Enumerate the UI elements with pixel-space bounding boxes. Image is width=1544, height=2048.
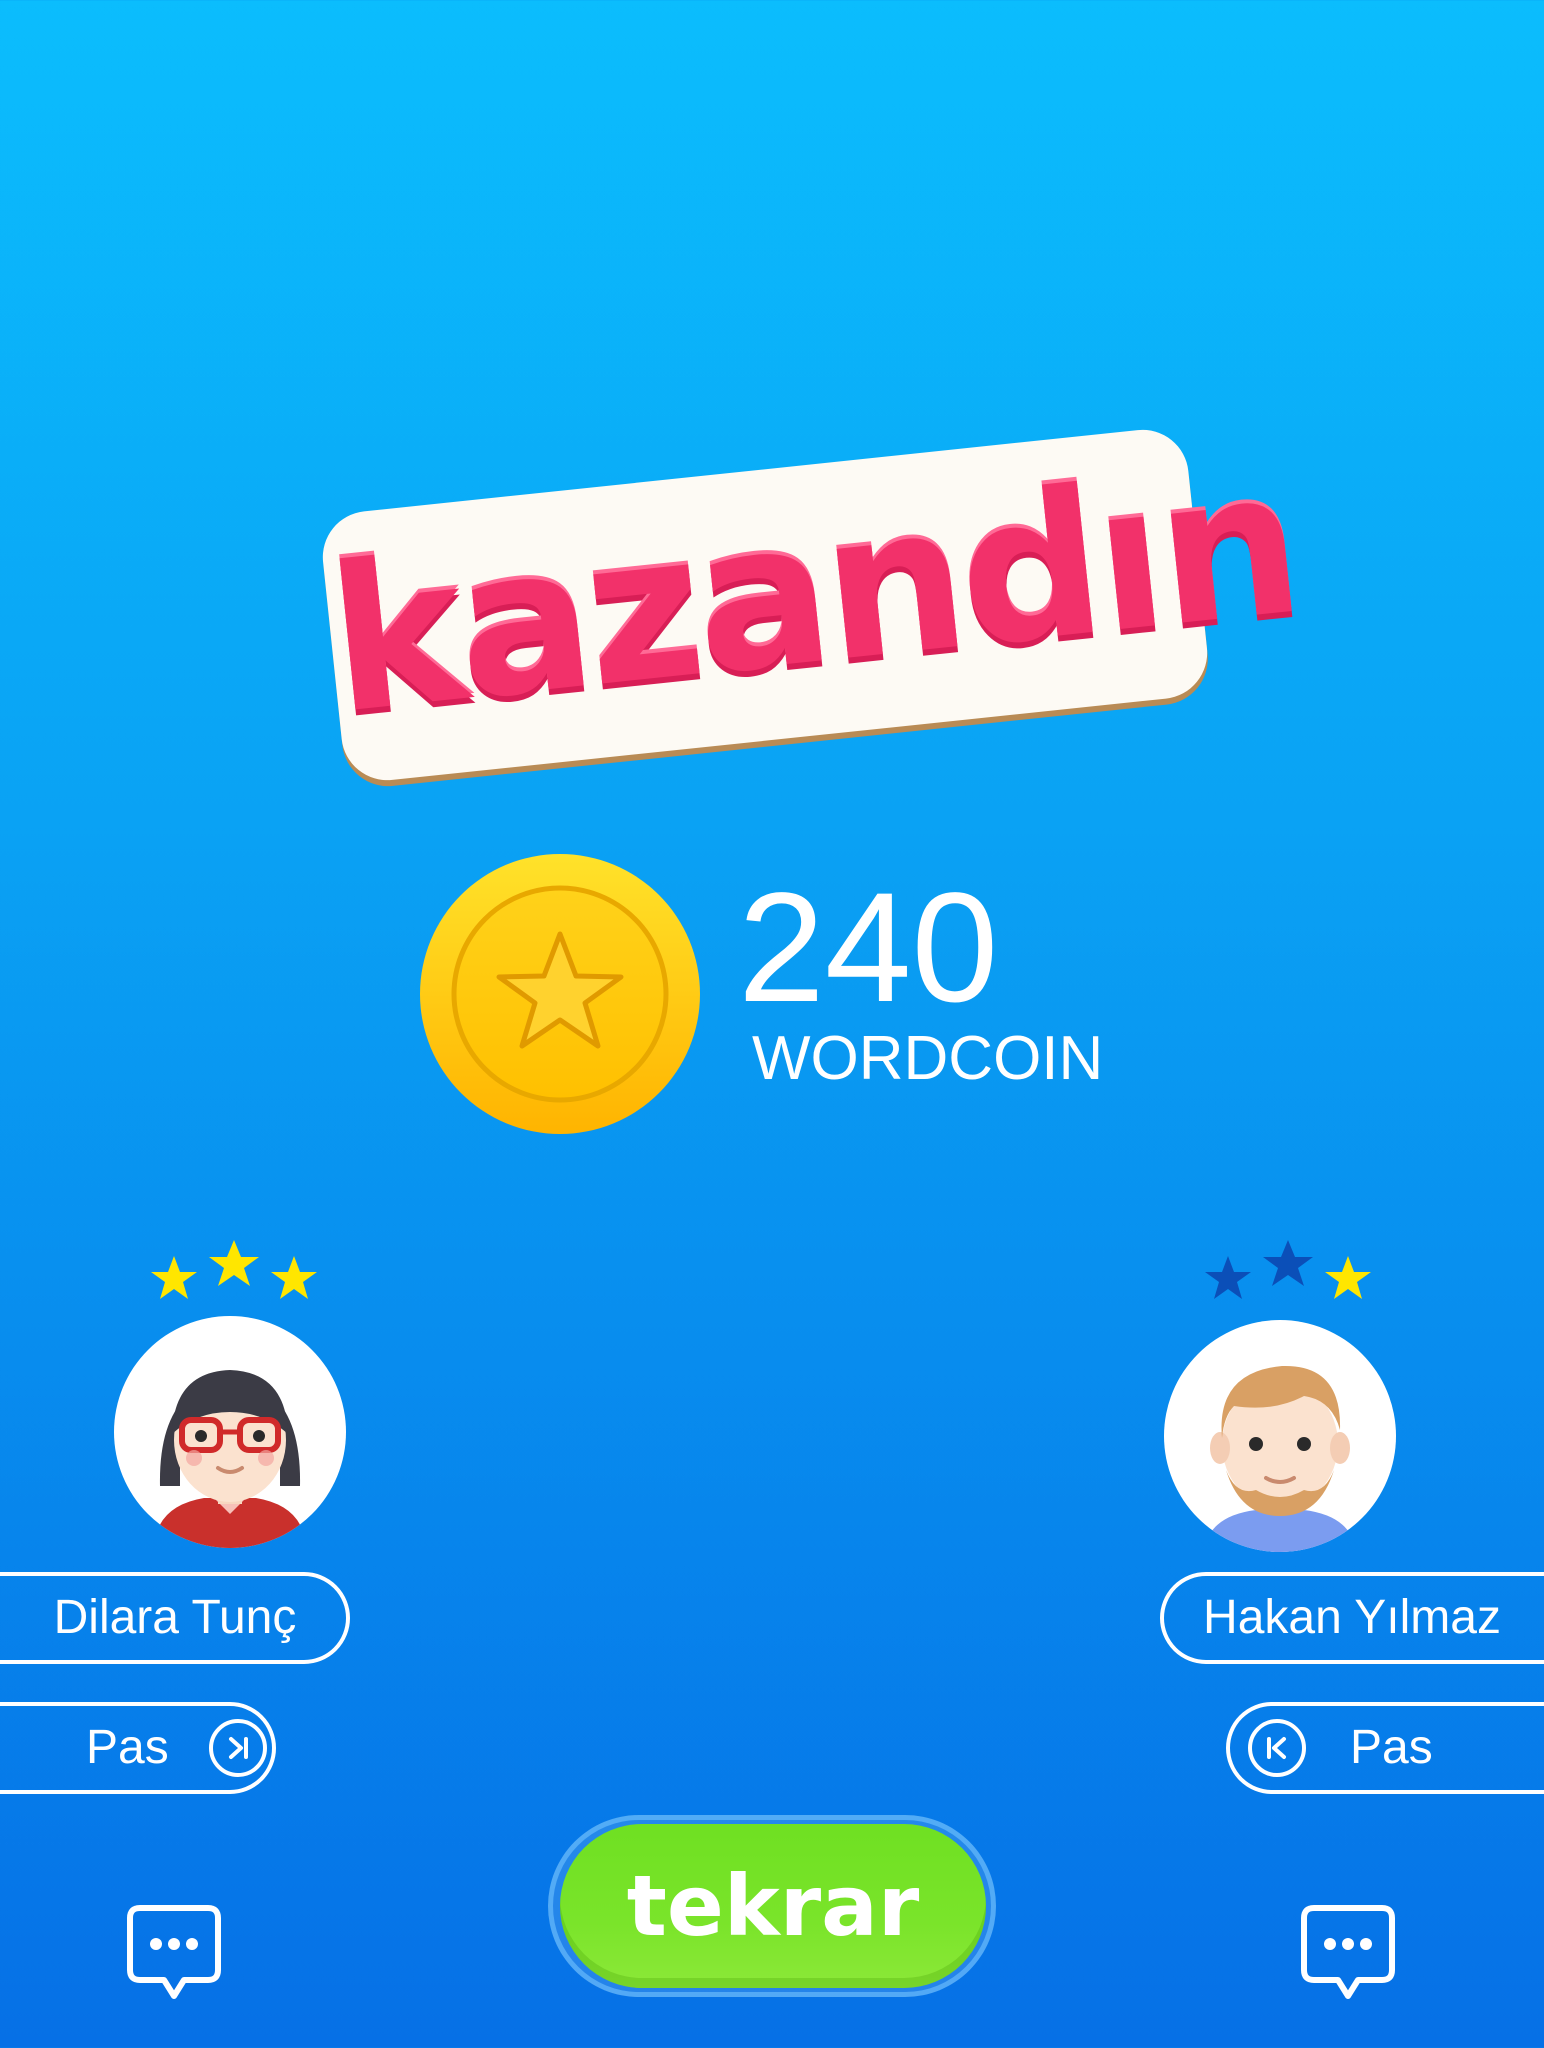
star-icon <box>1205 1256 1251 1299</box>
player1-stars <box>151 1240 317 1299</box>
player1-chat-button[interactable] <box>126 1904 222 2004</box>
coin-amount: 240 <box>738 861 999 1035</box>
player2-name: Hakan Yılmaz <box>1203 1591 1501 1644</box>
player2-stars <box>1205 1240 1371 1299</box>
skip-forward-icon <box>208 1719 267 1777</box>
star-icon <box>271 1256 317 1299</box>
star-icon <box>1263 1240 1313 1286</box>
player2-chat-button[interactable] <box>1300 1904 1396 2004</box>
win-banner: kazandın <box>318 425 1306 785</box>
player2-pass-label: Pas <box>1350 1721 1433 1774</box>
player1-name-pill: Dilara Tunç <box>0 1572 350 1664</box>
star-icon <box>1325 1256 1371 1299</box>
skip-back-icon <box>1248 1719 1306 1777</box>
player1-avatar[interactable] <box>114 1316 346 1548</box>
retry-button[interactable]: tekrar <box>560 1824 986 1988</box>
man-avatar-icon <box>1204 1365 1356 1552</box>
player1-name: Dilara Tunç <box>53 1591 297 1644</box>
coin-star-icon <box>420 854 700 1134</box>
player2-avatar[interactable] <box>1164 1320 1396 1552</box>
star-icon <box>151 1256 197 1299</box>
player2-name-pill: Hakan Yılmaz <box>1160 1572 1544 1664</box>
player1-pass-label: Pas <box>86 1721 169 1774</box>
coin-unit-label: WORDCOIN <box>752 1024 1104 1093</box>
star-icon <box>209 1240 259 1286</box>
player1-pass-button[interactable]: Pas <box>0 1702 276 1794</box>
player2-pass-button[interactable]: Pas <box>1226 1702 1544 1794</box>
girl-avatar-icon <box>154 1370 306 1548</box>
